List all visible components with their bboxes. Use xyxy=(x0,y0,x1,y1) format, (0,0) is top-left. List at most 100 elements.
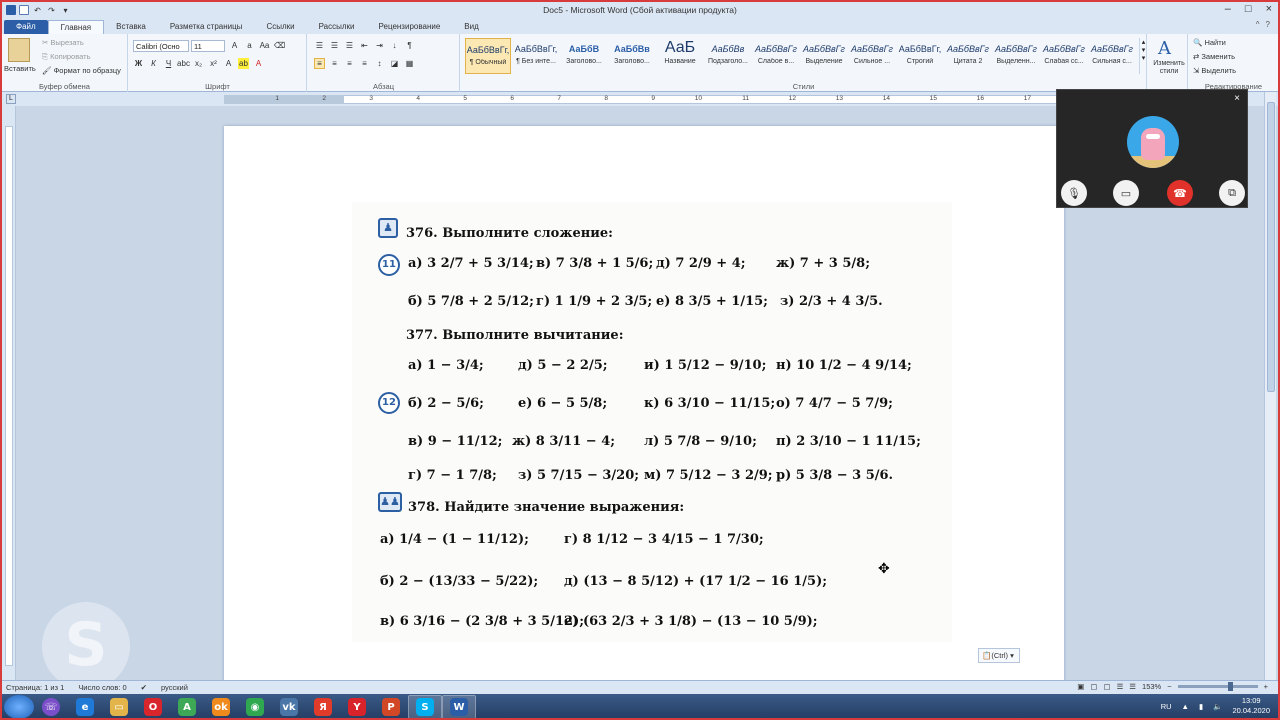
grow-font-icon[interactable]: A xyxy=(229,40,240,51)
font-name-field[interactable]: Calibri (Осно xyxy=(133,40,189,52)
zoom-in-icon[interactable]: + xyxy=(1264,682,1268,691)
style-item[interactable]: АаБбВвГг Цитата 2 xyxy=(945,38,991,74)
cut-button[interactable]: Вырезать xyxy=(50,38,83,47)
tray-language[interactable]: RU xyxy=(1161,702,1172,711)
tab-insert[interactable]: Вставка xyxy=(104,20,158,34)
decrease-indent-icon[interactable]: ⇤ xyxy=(359,40,370,51)
sort-icon[interactable]: ↓ xyxy=(389,40,400,51)
font-size-field[interactable]: 11 xyxy=(191,40,225,52)
view-outline-icon[interactable]: ☰ xyxy=(1117,682,1124,691)
shrink-font-icon[interactable]: a xyxy=(244,40,255,51)
taskbar-opera[interactable]: O xyxy=(136,695,170,718)
call-close-icon[interactable]: × xyxy=(1234,93,1240,104)
taskbar-android-studio[interactable]: A xyxy=(170,695,204,718)
style-item[interactable]: АаБбВвГг Сильное ... xyxy=(849,38,895,74)
language-indicator[interactable]: русский xyxy=(161,683,188,692)
taskbar-ie[interactable]: e xyxy=(68,695,102,718)
scrollbar-thumb[interactable] xyxy=(1267,102,1275,392)
superscript-icon[interactable]: x² xyxy=(208,58,219,69)
video-icon[interactable]: ▭ xyxy=(1113,180,1139,206)
copy-button[interactable]: Копировать xyxy=(50,52,90,61)
justify-icon[interactable]: ≡ xyxy=(359,58,370,69)
taskbar-chrome[interactable]: ◉ xyxy=(238,695,272,718)
styles-scroll[interactable]: ▴ ▾ ▾ xyxy=(1139,38,1147,74)
tab-page-layout[interactable]: Разметка страницы xyxy=(158,20,255,34)
help-icon[interactable]: ? xyxy=(1266,20,1270,29)
paste-button[interactable]: Вставить xyxy=(4,64,36,73)
highlight-icon[interactable]: ab xyxy=(238,58,249,69)
page-count[interactable]: Страница: 1 из 1 xyxy=(6,683,64,692)
align-right-icon[interactable]: ≡ xyxy=(344,58,355,69)
popout-icon[interactable]: ⧉ xyxy=(1219,180,1245,206)
view-draft-icon[interactable]: ☰ xyxy=(1129,682,1136,691)
maximize-button[interactable]: □ xyxy=(1245,3,1252,15)
taskbar-yandex[interactable]: Я xyxy=(306,695,340,718)
clock[interactable]: 13:09 20.04.2020 xyxy=(1232,696,1270,716)
tray-expand-icon[interactable]: ▲ xyxy=(1182,702,1189,711)
zoom-slider-knob[interactable] xyxy=(1227,682,1233,691)
tab-review[interactable]: Рецензирование xyxy=(367,20,453,34)
word-count[interactable]: Число слов: 0 xyxy=(78,683,126,692)
taskbar-yandex-browser[interactable]: Y xyxy=(340,695,374,718)
vertical-ruler[interactable] xyxy=(2,106,16,680)
taskbar-vk[interactable]: vk xyxy=(272,695,306,718)
italic-icon[interactable]: К xyxy=(148,58,159,69)
style-item[interactable]: АаБбВв Подзаголо... xyxy=(705,38,751,74)
network-icon[interactable]: ▮ xyxy=(1199,702,1203,711)
style-item[interactable]: АаБбВвГг Слабая сс... xyxy=(1041,38,1087,74)
change-styles-button[interactable]: Изменить стили xyxy=(1150,60,1188,76)
change-styles-icon[interactable]: A xyxy=(1158,38,1171,59)
style-item[interactable]: АаБбВвГг Выделенн... xyxy=(993,38,1039,74)
minimize-button[interactable]: – xyxy=(1225,3,1231,15)
style-item[interactable]: АаБбВвГг Сильная с... xyxy=(1089,38,1135,74)
view-reading-icon[interactable]: ▢ xyxy=(1090,682,1097,691)
zoom-slider[interactable] xyxy=(1177,682,1258,691)
multilevel-list-icon[interactable]: ☰ xyxy=(344,40,355,51)
tab-selector-icon[interactable]: L xyxy=(6,94,16,104)
style-item[interactable]: АаБбВвГг, ¶ Обычный xyxy=(465,38,511,74)
proofing-icon[interactable]: ✔ xyxy=(141,683,147,692)
clear-format-icon[interactable]: ⌫ xyxy=(274,40,285,51)
font-color-icon[interactable]: A xyxy=(253,58,264,69)
style-item[interactable]: АаБбВвГг, Строгий xyxy=(897,38,943,74)
align-center-icon[interactable]: ≡ xyxy=(329,58,340,69)
align-left-icon[interactable]: ≡ xyxy=(314,58,325,69)
increase-indent-icon[interactable]: ⇥ xyxy=(374,40,385,51)
style-item[interactable]: АаБбВвГг Слабое в... xyxy=(753,38,799,74)
taskbar-powerpoint[interactable]: P xyxy=(374,695,408,718)
replace-button[interactable]: Заменить xyxy=(1201,52,1235,61)
view-web-icon[interactable]: ▢ xyxy=(1103,682,1110,691)
taskbar-skype[interactable]: S xyxy=(408,695,442,718)
taskbar-viber[interactable]: ☏ xyxy=(34,695,68,718)
tab-references[interactable]: Ссылки xyxy=(254,20,306,34)
shading-icon[interactable]: ◪ xyxy=(389,58,400,69)
bullets-icon[interactable]: ☰ xyxy=(314,40,325,51)
hang-up-icon[interactable]: ☎ xyxy=(1167,180,1193,206)
zoom-out-icon[interactable]: − xyxy=(1167,682,1171,691)
text-effects-icon[interactable]: A xyxy=(223,58,234,69)
style-item[interactable]: АаБбВвГг Выделение xyxy=(801,38,847,74)
textbook-image[interactable]: ♟ 376. Выполните сложение: 11 а) 3 2/7 +… xyxy=(352,202,952,642)
style-item[interactable]: АаБбВвГг, ¶ Без инте... xyxy=(513,38,559,74)
underline-icon[interactable]: Ч xyxy=(163,58,174,69)
style-item[interactable]: АаБбВв Заголово... xyxy=(609,38,655,74)
change-case-icon[interactable]: Aa xyxy=(259,40,270,51)
find-button[interactable]: Найти xyxy=(1204,38,1225,47)
microphone-icon[interactable]: 🎙 xyxy=(1061,180,1087,206)
format-painter-button[interactable]: Формат по образцу xyxy=(54,66,121,75)
view-print-layout-icon[interactable]: ▣ xyxy=(1077,682,1084,691)
start-button[interactable] xyxy=(4,695,34,718)
ribbon-collapse-icon[interactable]: ^ xyxy=(1256,20,1260,29)
style-item[interactable]: АаБ Название xyxy=(657,38,703,74)
line-spacing-icon[interactable]: ↕ xyxy=(374,58,385,69)
zoom-level[interactable]: 153% xyxy=(1142,682,1161,691)
subscript-icon[interactable]: x₂ xyxy=(193,58,204,69)
select-button[interactable]: Выделить xyxy=(1201,66,1236,75)
tab-mailings[interactable]: Рассылки xyxy=(307,20,367,34)
paste-icon[interactable] xyxy=(8,38,30,62)
close-button[interactable]: × xyxy=(1266,3,1272,15)
bold-icon[interactable]: Ж xyxy=(133,58,144,69)
paste-options-button[interactable]: 📋(Ctrl) ▾ xyxy=(978,648,1020,663)
borders-icon[interactable]: ▦ xyxy=(404,58,415,69)
video-call-window[interactable]: × 🎙 ▭ ☎ ⧉ xyxy=(1056,89,1248,208)
